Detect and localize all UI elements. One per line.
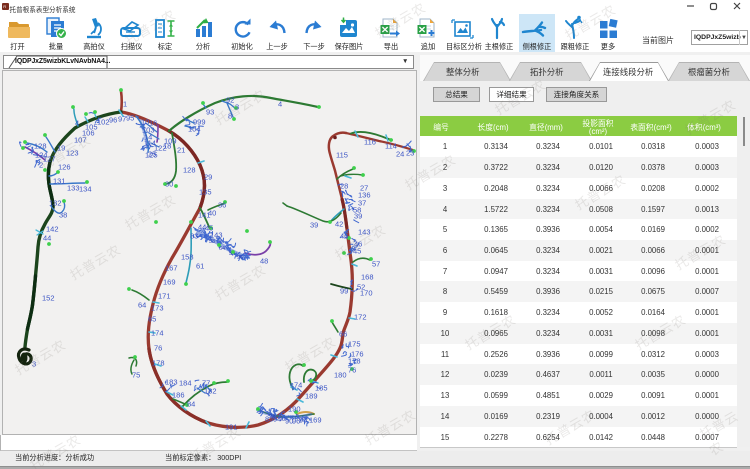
svg-text:133: 133 [67, 184, 80, 193]
svg-text:178: 178 [348, 357, 361, 366]
svg-text:125: 125 [145, 151, 158, 160]
svg-text:3: 3 [32, 360, 36, 369]
svg-text:143: 143 [358, 228, 371, 237]
svg-text:24: 24 [396, 150, 404, 159]
svg-text:75: 75 [132, 371, 140, 380]
svg-text:143: 143 [210, 231, 223, 240]
svg-text:8: 8 [228, 112, 232, 121]
svg-text:171: 171 [158, 292, 171, 301]
svg-text:180: 180 [334, 371, 347, 380]
svg-text:127: 127 [43, 155, 56, 164]
svg-text:128: 128 [34, 142, 47, 151]
svg-text:172: 172 [354, 313, 367, 322]
svg-text:168: 168 [361, 273, 374, 282]
svg-text:42: 42 [335, 220, 343, 229]
svg-text:2: 2 [39, 161, 43, 170]
svg-text:132: 132 [49, 199, 62, 208]
svg-text:134: 134 [79, 185, 92, 194]
svg-text:95: 95 [126, 114, 134, 123]
svg-text:74: 74 [294, 381, 302, 390]
svg-text:92: 92 [226, 96, 234, 105]
svg-text:186: 186 [172, 391, 185, 400]
svg-text:83: 83 [190, 232, 198, 241]
svg-text:1: 1 [123, 100, 127, 109]
svg-text:142: 142 [46, 225, 59, 234]
svg-text:53: 53 [209, 239, 215, 245]
svg-text:84: 84 [187, 400, 195, 409]
svg-text:173: 173 [151, 304, 164, 313]
svg-text:76: 76 [154, 344, 162, 353]
svg-text:169: 169 [309, 416, 322, 425]
svg-text:61: 61 [196, 262, 204, 271]
svg-text:99: 99 [340, 287, 348, 296]
svg-text:135: 135 [199, 188, 212, 197]
svg-text:65: 65 [148, 315, 156, 324]
svg-text:184: 184 [179, 379, 192, 388]
svg-text:126: 126 [58, 163, 71, 172]
svg-text:76: 76 [348, 366, 356, 375]
svg-text:57: 57 [372, 260, 380, 269]
svg-text:29: 29 [204, 173, 212, 182]
svg-text:39: 39 [354, 212, 362, 221]
svg-text:19: 19 [57, 144, 65, 153]
svg-text:4: 4 [75, 119, 79, 128]
svg-text:158: 158 [181, 253, 194, 262]
svg-text:93: 93 [206, 108, 214, 117]
svg-text:178: 178 [152, 359, 165, 368]
svg-text:28: 28 [340, 182, 348, 191]
svg-text:128: 128 [183, 166, 196, 175]
svg-text:189: 189 [305, 392, 318, 401]
svg-text:175: 175 [348, 340, 361, 349]
svg-text:107: 107 [74, 136, 87, 145]
svg-text:23: 23 [406, 149, 414, 158]
svg-text:64: 64 [219, 246, 225, 252]
svg-text:64: 64 [138, 301, 146, 310]
svg-text:38: 38 [59, 211, 67, 220]
svg-text:93: 93 [299, 416, 307, 425]
svg-text:45: 45 [353, 247, 361, 256]
svg-text:152: 152 [42, 294, 55, 303]
svg-text:66: 66 [339, 330, 347, 339]
svg-text:96: 96 [109, 116, 117, 125]
svg-text:96: 96 [237, 255, 243, 261]
svg-text:169: 169 [163, 278, 176, 287]
svg-text:170: 170 [360, 289, 373, 298]
svg-text:141: 141 [198, 211, 211, 220]
svg-text:46: 46 [340, 232, 348, 241]
svg-text:44: 44 [43, 234, 51, 243]
svg-text:116: 116 [364, 138, 376, 147]
svg-text:123: 123 [66, 149, 79, 158]
svg-text:167: 167 [165, 264, 178, 273]
svg-text:3: 3 [235, 103, 239, 112]
svg-text:190: 190 [288, 405, 301, 414]
svg-text:115: 115 [336, 151, 348, 160]
svg-text:21: 21 [177, 146, 185, 155]
svg-text:191: 191 [225, 423, 238, 432]
svg-text:36: 36 [218, 201, 226, 210]
svg-text:4: 4 [278, 100, 282, 109]
svg-text:94: 94 [273, 415, 281, 424]
svg-text:30: 30 [165, 180, 173, 189]
svg-text:182: 182 [204, 387, 217, 396]
svg-text:174: 174 [151, 329, 164, 338]
svg-text:18: 18 [163, 142, 171, 151]
svg-text:183: 183 [165, 378, 178, 387]
svg-text:39: 39 [310, 221, 318, 230]
svg-text:104: 104 [188, 125, 201, 134]
svg-text:102: 102 [97, 118, 110, 127]
svg-text:48: 48 [260, 257, 268, 266]
svg-text:131: 131 [53, 177, 66, 186]
